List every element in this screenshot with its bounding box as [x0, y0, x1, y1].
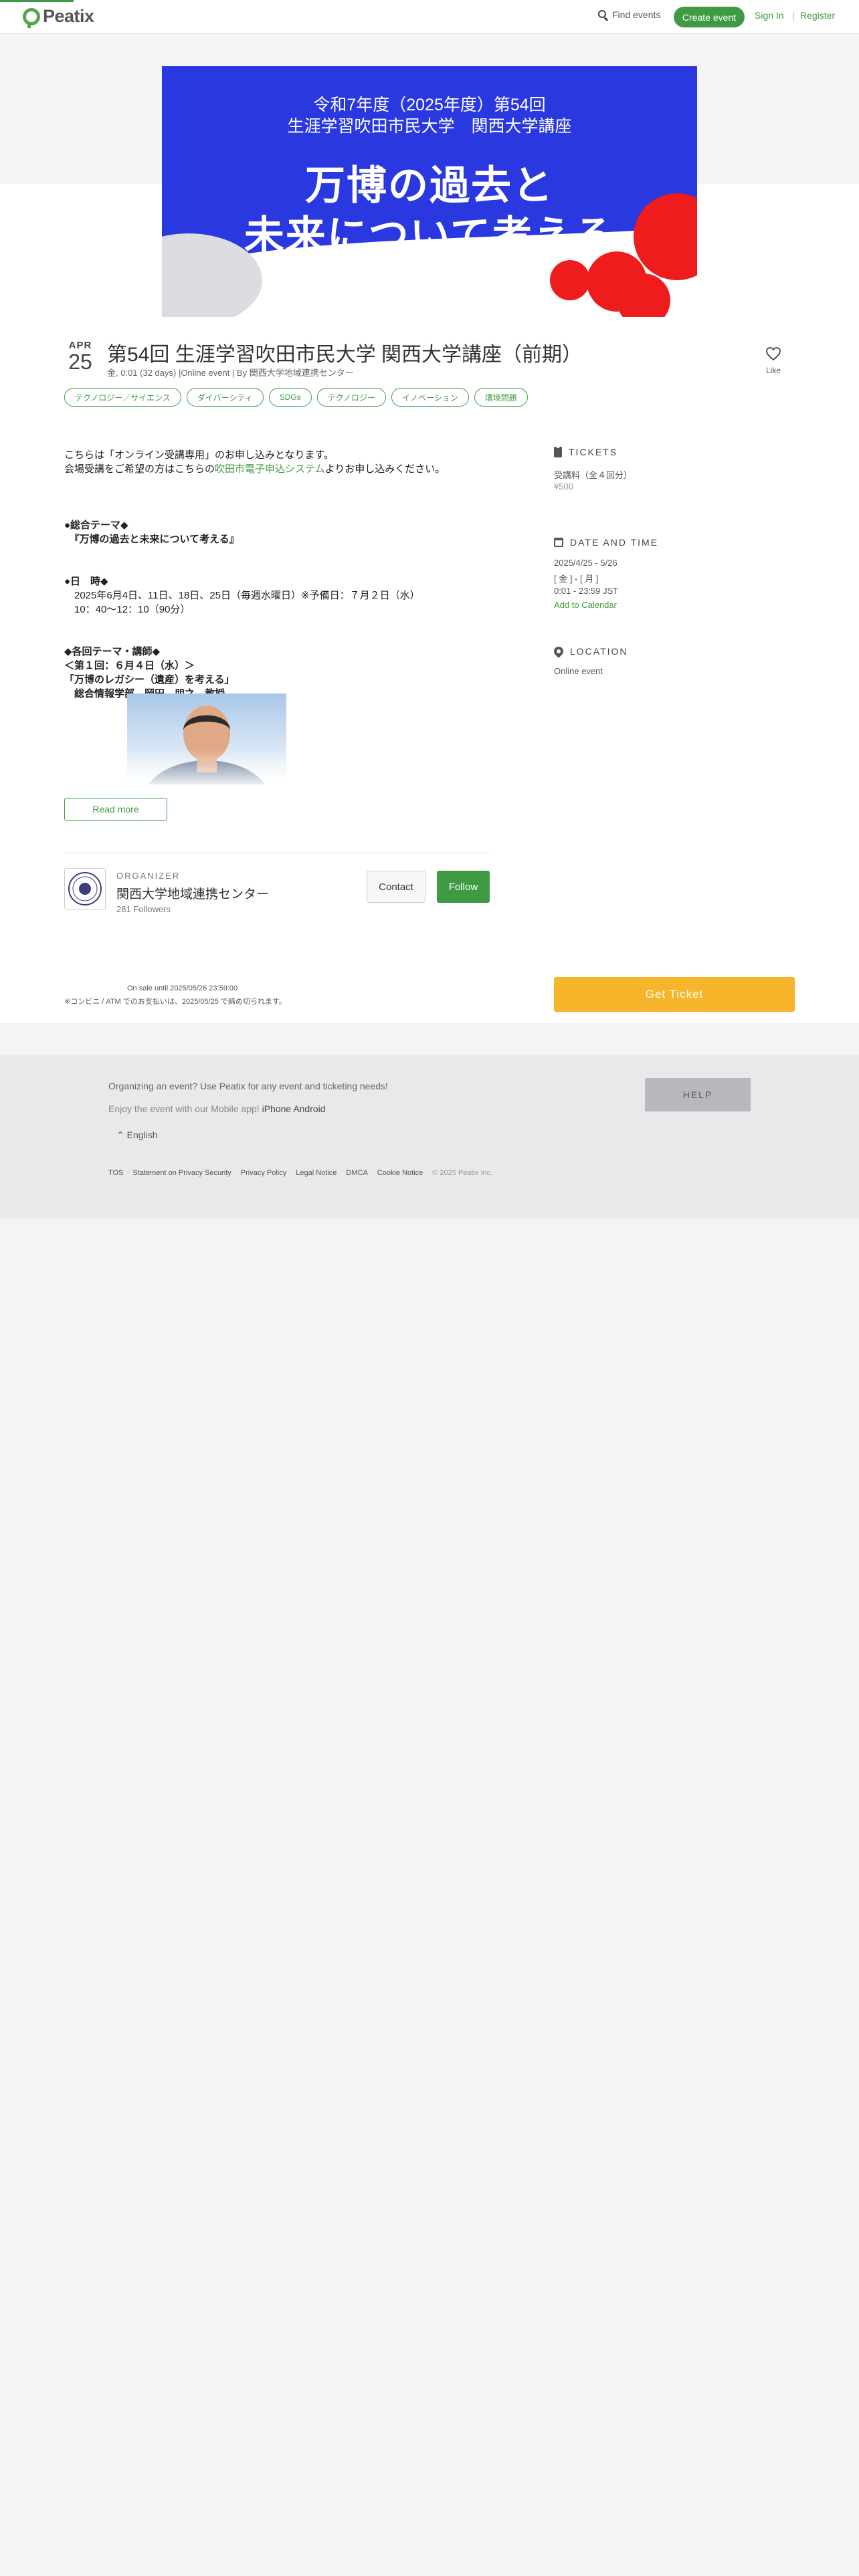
- location-heading: LOCATION: [552, 645, 628, 658]
- tag-technology[interactable]: テクノロジー: [316, 388, 387, 407]
- weekday-range: [ 金 ] - [ 月 ]: [554, 574, 599, 584]
- footer-links: TOS Statement on Privacy Security Privac…: [108, 1169, 492, 1177]
- heart-icon: [766, 347, 781, 361]
- desc-line: 会場受講をご希望の方はこちらの吹田市電子申込システムよりお申し込みください。: [64, 463, 446, 475]
- tag-innovation[interactable]: イノベーション: [391, 388, 469, 407]
- desc-line: ＜第１回：６月４日（水）＞: [64, 660, 195, 671]
- calendar-icon: [554, 538, 563, 547]
- university-seal-icon: [68, 872, 102, 905]
- organizer-logo[interactable]: [64, 868, 106, 909]
- caret-up-icon: ⌃: [116, 1130, 124, 1140]
- follow-button[interactable]: Follow: [437, 871, 490, 903]
- tag-science[interactable]: テクノロジー／サイエンス: [64, 388, 181, 407]
- tag-environment[interactable]: 環境問題: [474, 388, 528, 407]
- desc-line: 10：40～12：10（90分）: [64, 604, 191, 615]
- footer-link-dmca[interactable]: DMCA: [346, 1169, 367, 1177]
- get-ticket-button[interactable]: Get Ticket: [554, 977, 795, 1012]
- footer-organizer-pitch: Organizing an event? Use Peatix for any …: [108, 1081, 388, 1091]
- location-pin-icon: [552, 645, 565, 658]
- event-description: こちらは「オンライン受講専用」のお申し込みとなります。 会場受講をご希望の方はこ…: [64, 448, 492, 701]
- footer-link-legal-notice[interactable]: Legal Notice: [296, 1169, 337, 1177]
- logo-text: Peatix: [43, 6, 94, 26]
- desc-line: 2025年6月4日、11日、18日、25日（毎週水曜日）※予備日：７月２日（水）: [64, 590, 420, 601]
- payment-note: ※コンビニ / ATM でのお支払いは、2025/05/25 で締め切られます。: [64, 998, 286, 1006]
- on-sale-until: On sale until 2025/05/26 23:59:00: [127, 984, 238, 992]
- desc-heading: ●総合テーマ◆: [64, 520, 128, 531]
- tag-list: テクノロジー／サイエンス ダイバーシティ SDGs テクノロジー イノベーション…: [64, 388, 528, 407]
- tickets-heading: TICKETS: [554, 445, 617, 457]
- banner-heading-1: 万博の過去と: [305, 163, 554, 208]
- search-icon: [598, 9, 609, 21]
- tag-sdgs[interactable]: SDGs: [268, 388, 312, 407]
- date-range: 2025/4/25 - 5/26: [554, 558, 617, 568]
- tag-diversity[interactable]: ダイバーシティ: [186, 388, 264, 407]
- ticket-icon: [554, 445, 562, 457]
- organizer-name[interactable]: 関西大学地域連携センター: [116, 884, 269, 902]
- desc-heading: ◆各回テーマ・講師◆: [64, 646, 161, 657]
- event-meta: 金, 0:01 (32 days) |Online event | By 関西大…: [107, 368, 354, 378]
- register-link[interactable]: Register: [800, 10, 835, 21]
- desc-line: こちらは「オンライン受講専用」のお申し込みとなります。: [64, 449, 335, 461]
- organizer-followers: 281 Followers: [116, 904, 171, 914]
- footer: Organizing an event? Use Peatix for any …: [0, 1055, 859, 1218]
- contact-button[interactable]: Contact: [367, 871, 425, 903]
- footer-link-tos[interactable]: TOS: [108, 1169, 123, 1177]
- header-accent-bar: [0, 0, 74, 2]
- sale-info: On sale until 2025/05/26 23:59:00 ※コンビニ …: [64, 984, 286, 1007]
- footer-link-cookie-notice[interactable]: Cookie Notice: [377, 1169, 423, 1177]
- create-event-button[interactable]: Create event: [674, 7, 745, 27]
- iphone-app-link[interactable]: iPhone: [262, 1103, 292, 1114]
- desc-line: 「万博のレガシー（遺産）を考える」: [64, 674, 235, 685]
- add-to-calendar-link[interactable]: Add to Calendar: [554, 600, 617, 610]
- read-more-button[interactable]: Read more: [64, 798, 167, 821]
- top-nav: Peatix Find events Create event Sign In …: [0, 0, 859, 33]
- peatix-logo-icon: [23, 7, 40, 28]
- ticket-price: ¥500: [554, 481, 573, 492]
- footer-link-privacy-security[interactable]: Statement on Privacy Security: [132, 1169, 231, 1177]
- footer-mobile-app: Enjoy the event with our Mobile app! iPh…: [108, 1103, 326, 1114]
- event-day: 25: [68, 350, 92, 374]
- language-label: English: [126, 1130, 158, 1140]
- banner-subtitle-1: 令和7年度（2025年度）第54回: [313, 96, 546, 114]
- footer-link-privacy-policy[interactable]: Privacy Policy: [241, 1169, 286, 1177]
- like-button[interactable]: Like: [761, 346, 785, 375]
- language-selector[interactable]: ⌃ English: [116, 1130, 158, 1141]
- banner-heading-2: 未来について考える: [244, 213, 615, 258]
- banner-subtitle-2: 生涯学習吹田市民大学 関西大学講座: [287, 117, 572, 136]
- signup-system-link[interactable]: 吹田市電子申込システム: [215, 463, 325, 475]
- desc-line: 『万博の過去と未来について考える』: [64, 534, 240, 545]
- find-events-label: Find events: [612, 9, 661, 20]
- desc-heading: ●日 時◆: [64, 576, 108, 587]
- peatix-logo[interactable]: Peatix: [23, 6, 94, 28]
- sign-in-link[interactable]: Sign In: [755, 10, 784, 21]
- help-button[interactable]: HELP: [645, 1078, 751, 1111]
- time-range: 0:01 - 23:59 JST: [554, 586, 619, 596]
- android-app-link[interactable]: Android: [293, 1103, 325, 1114]
- find-events-link[interactable]: Find events: [598, 9, 661, 21]
- organizer-label: ORGANIZER: [116, 871, 181, 881]
- event-date-badge: APR 25: [64, 340, 96, 372]
- description-fade: [64, 749, 492, 789]
- event-title: 第54回 生涯学習吹田市民大学 関西大学講座（前期）: [107, 344, 583, 366]
- event-banner: 令和7年度（2025年度）第54回 生涯学習吹田市民大学 関西大学講座 万博の過…: [162, 66, 697, 317]
- date-time-heading: DATE AND TIME: [554, 537, 658, 548]
- ticket-name: 受講料（全４回分）: [554, 470, 633, 480]
- copyright: © 2025 Peatix Inc.: [432, 1169, 493, 1177]
- nav-separator: |: [792, 10, 795, 21]
- like-label: Like: [765, 366, 781, 375]
- location-value: Online event: [554, 666, 603, 676]
